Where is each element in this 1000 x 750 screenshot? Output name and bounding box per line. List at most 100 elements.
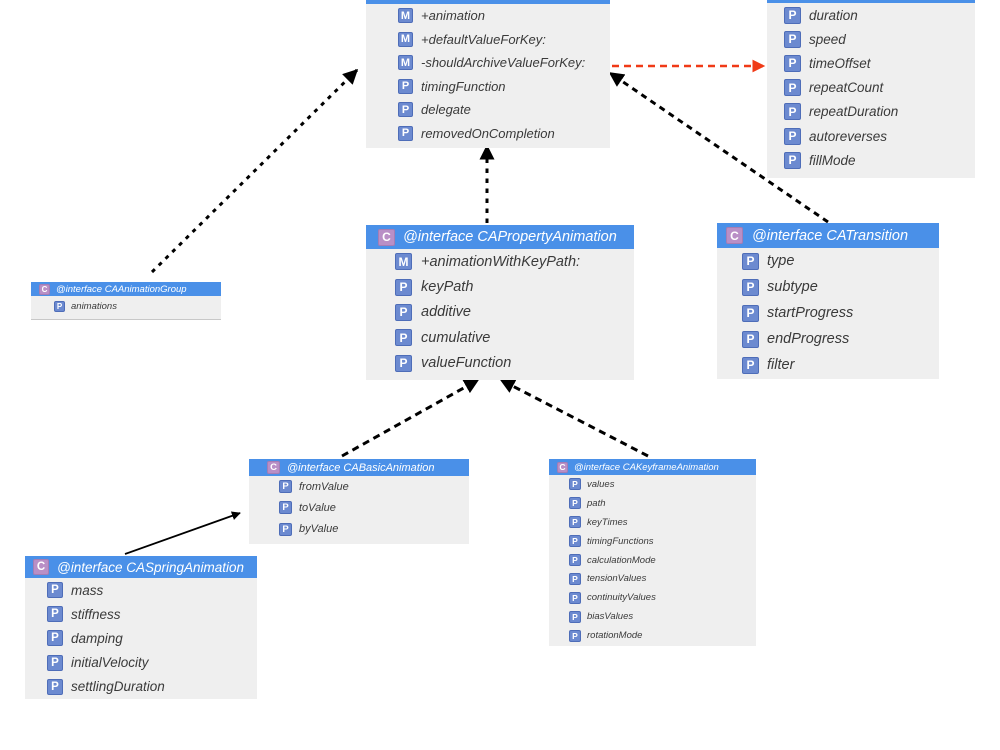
property-row[interactable]: PtimeOffset xyxy=(767,51,975,75)
property-badge-icon: P xyxy=(279,501,292,515)
member-name: delegate xyxy=(421,102,471,118)
edge-caspringanimation-to-cabasicanimation xyxy=(124,511,241,555)
property-row[interactable]: PtimingFunctions xyxy=(549,532,756,551)
property-row[interactable]: PtensionValues xyxy=(549,569,756,588)
member-name: autoreverses xyxy=(809,128,888,144)
property-row[interactable]: PbiasValues xyxy=(549,607,756,626)
member-name: keyTimes xyxy=(587,516,628,528)
property-row[interactable]: PtoValue xyxy=(249,497,469,518)
property-row[interactable]: Pdelegate xyxy=(366,98,610,122)
member-name: +animationWithKeyPath: xyxy=(421,253,581,270)
property-badge-icon: P xyxy=(784,54,801,72)
member-name: timeOffset xyxy=(809,55,871,71)
member-list: M +animation M +defaultValueForKey: M -should… xyxy=(366,4,610,148)
property-badge-icon: P xyxy=(569,610,581,623)
method-badge-icon: M xyxy=(395,253,412,271)
property-row[interactable]: PinitialVelocity xyxy=(25,651,257,675)
member-name: type xyxy=(767,253,795,269)
property-row[interactable]: PvalueFunction xyxy=(366,351,634,376)
property-badge-icon: P xyxy=(742,330,759,348)
member-list: Panimations xyxy=(31,296,221,319)
property-badge-icon: P xyxy=(742,304,759,322)
property-row[interactable]: Pspeed xyxy=(767,27,975,51)
property-badge-icon: P xyxy=(784,6,801,24)
method-row[interactable]: M +animation xyxy=(366,4,610,28)
class-header[interactable]: C @interface CAAnimationGroup xyxy=(31,282,221,296)
class-header[interactable]: C @interface CASpringAnimation xyxy=(25,556,257,578)
class-badge-icon: C xyxy=(726,227,743,244)
property-row[interactable]: Pautoreverses xyxy=(767,124,975,148)
property-badge-icon: P xyxy=(784,151,801,169)
member-list: Pmass Pstiffness Pdamping PinitialVelocity P… xyxy=(25,578,257,699)
class-box-cakeyframeanimation[interactable]: C @interface CAKeyframeAnimation Pvalues P… xyxy=(549,459,756,647)
property-row[interactable]: PrepeatDuration xyxy=(767,100,975,124)
member-name: duration xyxy=(809,7,858,23)
property-row[interactable]: Ptype xyxy=(717,248,939,274)
edge-caanimationgroup-to-caanimation xyxy=(150,68,359,274)
property-badge-icon: P xyxy=(279,480,292,494)
property-badge-icon: P xyxy=(742,252,759,270)
property-badge-icon: P xyxy=(569,554,581,566)
method-badge-icon: M xyxy=(398,8,413,24)
property-row[interactable]: Panimations xyxy=(31,296,221,316)
property-row[interactable]: Pstiffness xyxy=(25,602,257,626)
class-header[interactable]: C @interface CAPropertyAnimation xyxy=(366,225,634,249)
property-row[interactable]: Pfilter xyxy=(717,352,939,378)
class-header[interactable]: C @interface CATransition xyxy=(717,223,939,248)
class-box-capropertyanimation[interactable]: C @interface CAPropertyAnimation M +animat… xyxy=(366,225,634,380)
method-row[interactable]: M +animationWithKeyPath: xyxy=(366,249,634,274)
property-row[interactable]: PkeyPath xyxy=(366,274,634,299)
property-badge-icon: P xyxy=(47,606,63,623)
property-badge-icon: P xyxy=(569,591,581,604)
property-badge-icon: P xyxy=(47,678,63,695)
property-row[interactable]: PendProgress xyxy=(717,326,939,352)
property-row[interactable]: Pdamping xyxy=(25,626,257,650)
property-badge-icon: P xyxy=(395,329,412,347)
class-box-cabasicanimation[interactable]: C @interface CABasicAnimation PfromValue P… xyxy=(249,459,469,544)
edge-cakeyframeanimation-to-capropertyanimation xyxy=(499,378,649,458)
member-name: fromValue xyxy=(299,480,349,493)
property-row[interactable]: PcalculationMode xyxy=(549,551,756,570)
class-box-caanimation[interactable]: C@interface CAAnimation M+animationM+def… xyxy=(366,0,610,148)
class-header[interactable]: C @interface CABasicAnimation xyxy=(249,459,469,476)
member-name: damping xyxy=(71,630,123,646)
member-name: timingFunctions xyxy=(587,535,654,547)
member-name: cumulative xyxy=(421,329,491,346)
member-name: timingFunction xyxy=(421,78,506,94)
member-list: PfromValue PtoValue PbyValue xyxy=(249,476,469,544)
property-row[interactable]: PbyValue xyxy=(249,519,469,540)
property-row[interactable]: Psubtype xyxy=(717,274,939,300)
member-name: speed xyxy=(809,31,846,47)
property-row[interactable]: PsettlingDuration xyxy=(25,675,257,699)
property-row[interactable]: PrepeatCount xyxy=(767,76,975,100)
property-row[interactable]: PkeyTimes xyxy=(549,513,756,532)
class-box-caspringanimation[interactable]: C @interface CASpringAnimation Pmass Pstif… xyxy=(25,556,257,699)
property-row[interactable]: Ppath xyxy=(549,494,756,513)
class-box-catransition[interactable]: C @interface CATransition Ptype Psubtype Ps… xyxy=(717,223,939,379)
property-row[interactable]: PfromValue xyxy=(249,476,469,497)
class-box-camediatiming[interactable]: C@protocol CAMediaTiming PdurationPspeed… xyxy=(767,0,975,179)
method-row[interactable]: M -shouldArchiveValueForKey: xyxy=(366,51,610,75)
member-name: valueFunction xyxy=(421,355,512,372)
method-row[interactable]: M +defaultValueForKey: xyxy=(366,28,610,52)
member-name: keyPath xyxy=(421,279,474,296)
property-row[interactable]: Pcumulative xyxy=(366,325,634,350)
property-row[interactable]: PfillMode xyxy=(767,148,975,172)
class-header-label: @interface CASpringAnimation xyxy=(57,559,245,575)
member-name: filter xyxy=(767,357,795,373)
class-badge-icon: C xyxy=(557,461,568,473)
property-row[interactable]: Pduration xyxy=(767,3,975,27)
property-row[interactable]: Padditive xyxy=(366,300,634,325)
property-row[interactable]: PremovedOnCompletion xyxy=(366,122,610,146)
class-header[interactable]: C @interface CAKeyframeAnimation xyxy=(549,459,756,475)
property-row[interactable]: Pmass xyxy=(25,578,257,602)
property-row[interactable]: PcontinuityValues xyxy=(549,588,756,607)
property-row[interactable]: Pvalues xyxy=(549,475,756,494)
property-row[interactable]: ProtationMode xyxy=(549,626,756,645)
method-badge-icon: M xyxy=(398,31,413,47)
property-badge-icon: P xyxy=(569,478,581,491)
method-badge-icon: M xyxy=(398,55,413,71)
property-row[interactable]: PtimingFunction xyxy=(366,75,610,99)
class-box-caanimationgroup[interactable]: C @interface CAAnimationGroup Panimations xyxy=(31,282,221,320)
property-row[interactable]: PstartProgress xyxy=(717,300,939,326)
